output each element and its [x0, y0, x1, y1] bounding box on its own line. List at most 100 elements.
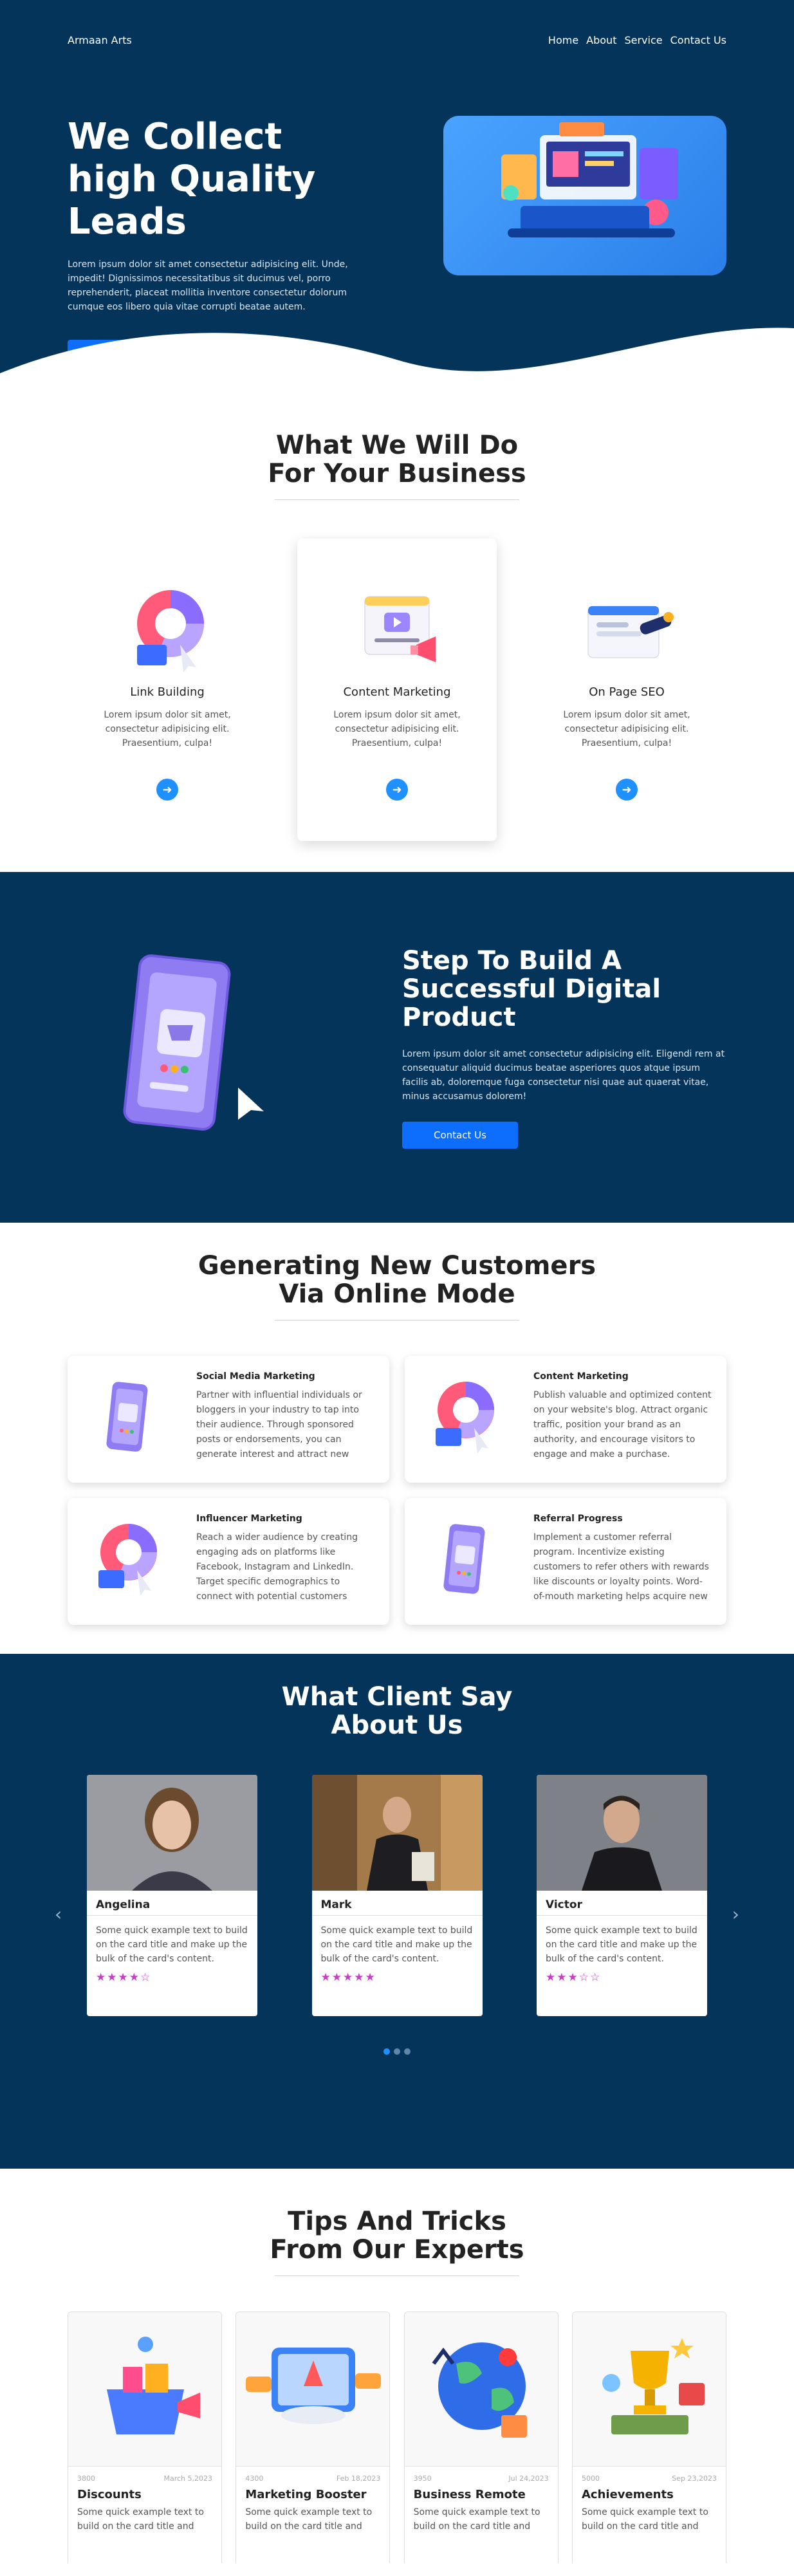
tip-card-marketing-booster: 4300 Feb 18,2023 Marketing Booster Some q… — [235, 2312, 391, 2563]
rating-stars: ★★★☆☆ — [546, 1971, 602, 1984]
hero-body: Lorem ipsum dolor sit amet consectetur a… — [68, 259, 348, 312]
brand[interactable]: Armaan Arts — [68, 34, 132, 46]
post-date: March 5,2023 — [163, 2474, 212, 2483]
arrow-right-icon[interactable]: ➜ — [156, 779, 178, 801]
shopping-basket-icon — [68, 2312, 221, 2467]
avatar — [537, 1775, 707, 1891]
tip-card-business-remote: 3950 Jul 24,2023 Business Remote Some qui… — [403, 2312, 559, 2563]
hero-illustration — [443, 116, 726, 275]
video-megaphone-icon — [349, 584, 445, 674]
client-name: Angelina — [87, 1891, 257, 1916]
service-card-content-marketing: Content Marketing Lorem ipsum dolor sit … — [297, 539, 497, 841]
services-title: What We Will Do For Your Business — [268, 431, 526, 488]
step-body: Lorem ipsum dolor sit amet consectetur a… — [402, 1048, 725, 1102]
pie-chart-icon — [418, 1371, 508, 1461]
arrow-right-icon[interactable]: ➜ — [386, 779, 408, 801]
generating-title: Generating New Customers Via Online Mode — [198, 1251, 596, 1309]
client-card-mark: Mark Some quick example text to build on… — [311, 1775, 483, 2016]
divider — [275, 2275, 519, 2276]
service-card-link-building: Link Building Lorem ipsum dolor sit amet… — [68, 539, 267, 841]
navbar: Armaan Arts Home About Service Contact U… — [68, 0, 726, 80]
tip-title[interactable]: Discounts — [68, 2483, 221, 2501]
carousel-dot[interactable] — [394, 2048, 400, 2055]
tips-title: Tips And Tricks From Our Experts — [270, 2207, 524, 2265]
likes-count: 5000 — [581, 2474, 600, 2483]
service-title: On Page SEO — [589, 685, 665, 699]
gen-card-title: Content Marketing — [533, 1371, 629, 1382]
divider — [275, 499, 519, 500]
tip-body: Some quick example text to build on the … — [77, 2507, 204, 2532]
gen-card-body: Implement a customer referral program. I… — [533, 1532, 709, 1602]
likes-count: 3800 — [77, 2474, 95, 2483]
tip-body: Some quick example text to build on the … — [245, 2507, 373, 2532]
gen-card-influencer: Influencer Marketing Reach a wider audie… — [68, 1498, 389, 1625]
trophy-icon — [572, 2312, 726, 2467]
gen-card-title: Influencer Marketing — [196, 1514, 302, 1524]
tip-title[interactable]: Business Remote — [405, 2483, 558, 2501]
nav-links: Home About Service Contact Us — [548, 34, 726, 46]
gen-card-body: Reach a wider audience by creating engag… — [196, 1532, 358, 1602]
hero-title: We Collect high Quality Leads — [68, 116, 316, 243]
phone-cart-icon — [418, 1514, 508, 1604]
browser-telescope-icon — [578, 584, 675, 674]
avatar — [87, 1775, 257, 1891]
chevron-right-icon[interactable]: › — [732, 1904, 739, 1925]
step-section: Step To Build A Successful Digital Produ… — [0, 872, 794, 1223]
hero-section: Armaan Arts Home About Service Contact U… — [0, 0, 794, 393]
service-body: Lorem ipsum dolor sit amet, consectetur … — [563, 710, 690, 748]
hero-wave — [0, 328, 794, 393]
tip-card-achievements: 5000 Sep 23,2023 Achievements Some quick … — [571, 2312, 726, 2563]
step-copy: Step To Build A Successful Digital Produ… — [402, 947, 726, 1149]
client-card-angelina: Angelina Some quick example text to buil… — [87, 1775, 257, 2016]
client-card-victor: Victor Some quick example text to build … — [537, 1775, 707, 2016]
arrow-right-icon[interactable]: ➜ — [616, 779, 638, 801]
client-name: Mark — [311, 1891, 483, 1916]
service-title: Link Building — [130, 685, 205, 699]
client-body: Some quick example text to build on the … — [546, 1925, 697, 1964]
tip-title[interactable]: Achievements — [573, 2483, 726, 2501]
nav-home[interactable]: Home — [548, 34, 578, 46]
services-section: What We Will Do For Your Business Link B… — [0, 393, 794, 872]
gen-card-social-media: Social Media Marketing Partner with infl… — [68, 1356, 389, 1483]
gen-card-referral: Referral Progress Implement a customer r… — [405, 1498, 726, 1625]
hero: We Collect high Quality Leads Lorem ipsu… — [0, 80, 794, 393]
rating-stars: ★★★★★ — [320, 1971, 376, 1984]
service-body: Lorem ipsum dolor sit amet, consectetur … — [104, 710, 231, 748]
pie-chart-icon — [80, 1514, 171, 1604]
nav-about[interactable]: About — [586, 34, 616, 46]
gen-card-body: Publish valuable and optimized content o… — [533, 1390, 712, 1459]
service-body: Lorem ipsum dolor sit amet, consectetur … — [333, 710, 461, 748]
rating-stars: ★★★★☆ — [96, 1971, 152, 1984]
tip-body: Some quick example text to build on the … — [413, 2507, 540, 2532]
phone-cart-illustration — [68, 872, 402, 1223]
tip-title[interactable]: Marketing Booster — [236, 2483, 389, 2501]
clients-section: What Client Say About Us ‹ › Angelina So… — [0, 1654, 794, 2169]
step-contact-button[interactable]: Contact Us — [402, 1121, 518, 1149]
phone-cart-icon — [80, 1371, 171, 1461]
post-date: Feb 18,2023 — [336, 2474, 381, 2483]
service-card-on-page-seo: On Page SEO Lorem ipsum dolor sit amet, … — [527, 539, 726, 841]
tips-section: Tips And Tricks From Our Experts 3800 Mar… — [0, 2169, 794, 2563]
clients-title: What Client Say About Us — [281, 1682, 513, 1740]
gen-card-title: Social Media Marketing — [196, 1371, 315, 1382]
carousel-dot[interactable] — [383, 2048, 390, 2055]
service-title: Content Marketing — [343, 685, 451, 699]
gen-card-content-marketing: Content Marketing Publish valuable and o… — [405, 1356, 726, 1483]
client-body: Some quick example text to build on the … — [320, 1925, 473, 1964]
pie-chart-icon — [119, 584, 216, 674]
carousel-indicators — [68, 2048, 726, 2055]
post-date: Jul 24,2023 — [508, 2474, 549, 2483]
likes-count: 4300 — [245, 2474, 264, 2483]
avatar — [311, 1775, 483, 1891]
globe-icon — [404, 2312, 558, 2467]
post-date: Sep 23,2023 — [672, 2474, 717, 2483]
client-body: Some quick example text to build on the … — [96, 1925, 248, 1964]
gen-card-body: Partner with influential individuals or … — [196, 1390, 362, 1459]
gen-card-title: Referral Progress — [533, 1514, 623, 1524]
step-title: Step To Build A Successful Digital Produ… — [402, 945, 661, 1032]
chevron-left-icon[interactable]: ‹ — [55, 1904, 62, 1925]
tip-body: Some quick example text to build on the … — [581, 2507, 708, 2532]
nav-service[interactable]: Service — [624, 34, 662, 46]
nav-contact[interactable]: Contact Us — [670, 34, 726, 46]
carousel-dot[interactable] — [404, 2048, 411, 2055]
